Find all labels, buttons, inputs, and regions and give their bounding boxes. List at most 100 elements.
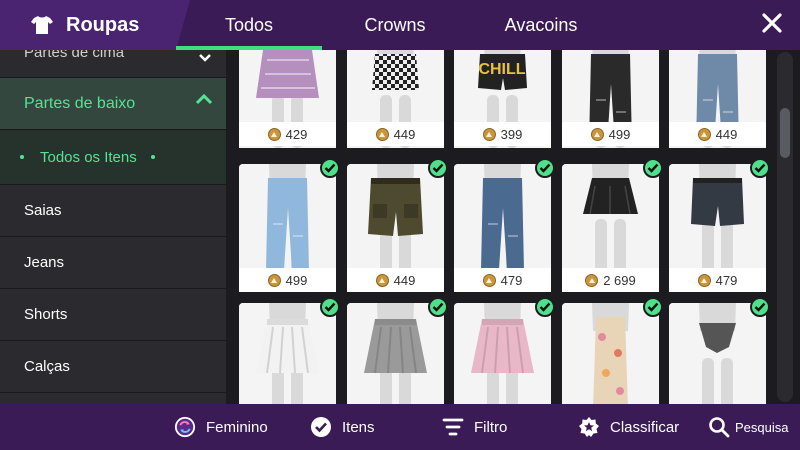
bullet-dot xyxy=(150,155,155,159)
scrollbar-thumb[interactable] xyxy=(780,108,790,158)
product-card[interactable]: 449 xyxy=(347,158,448,292)
sidebar-item-label: Todos os Itens xyxy=(40,148,137,166)
tab-bar: Todos Crowns Avacoins xyxy=(176,0,614,50)
sidebar-item-partes-de-baixo[interactable]: Partes de baixo xyxy=(0,78,226,130)
price-value: 399 xyxy=(500,126,523,142)
tab-avacoins[interactable]: Avacoins xyxy=(468,0,614,50)
close-button[interactable] xyxy=(758,11,786,39)
owned-items-label: Itens xyxy=(342,418,375,436)
product-card[interactable] xyxy=(239,297,340,404)
check-icon xyxy=(320,158,340,178)
coin-icon xyxy=(375,127,389,141)
sidebar-item-label: Partes de baixo xyxy=(24,94,136,112)
check-circle-icon xyxy=(310,416,332,438)
check-icon xyxy=(750,297,770,317)
search-icon xyxy=(708,416,730,438)
check-icon xyxy=(535,158,555,178)
coin-icon xyxy=(585,273,599,287)
product-image xyxy=(562,164,659,272)
sidebar-item-calcas[interactable]: Calças xyxy=(0,341,226,393)
check-icon xyxy=(320,297,340,317)
gender-swap-icon xyxy=(174,416,196,438)
product-card[interactable] xyxy=(669,297,770,404)
product-image xyxy=(669,164,766,272)
tab-crowns[interactable]: Crowns xyxy=(322,0,468,50)
product-card[interactable]: 499 xyxy=(239,158,340,292)
search-label: Pesquisa xyxy=(735,419,789,435)
close-icon xyxy=(762,12,782,38)
gender-toggle-button[interactable]: Feminino xyxy=(174,404,268,450)
product-image xyxy=(454,303,551,404)
product-image xyxy=(239,164,336,272)
shirt-icon xyxy=(30,13,54,37)
price-value: 499 xyxy=(285,272,308,288)
check-icon xyxy=(643,158,663,178)
product-price: 499 xyxy=(562,122,659,146)
search-button[interactable]: Pesquisa xyxy=(708,404,788,450)
product-image xyxy=(347,164,444,272)
brand-header: Roupas xyxy=(0,0,190,50)
product-image xyxy=(562,303,659,404)
category-sidebar: Partes de cima Partes de baixo Todos os … xyxy=(0,50,226,404)
tab-todos[interactable]: Todos xyxy=(176,0,322,50)
chevron-up-icon xyxy=(194,92,214,111)
sidebar-item-shorts[interactable]: Shorts xyxy=(0,289,226,341)
product-card[interactable]: 449 xyxy=(347,50,444,148)
filter-button[interactable]: Filtro xyxy=(442,404,507,450)
check-icon xyxy=(750,158,770,178)
product-price: 499 xyxy=(239,268,336,292)
check-icon xyxy=(643,297,663,317)
check-icon xyxy=(535,297,555,317)
sidebar-item-jeans[interactable]: Jeans xyxy=(0,237,226,289)
product-image xyxy=(454,164,551,272)
gender-toggle-label: Feminino xyxy=(206,418,268,436)
product-image xyxy=(669,303,766,404)
filter-icon xyxy=(442,416,464,438)
product-card[interactable]: 429 xyxy=(239,50,336,148)
sort-button[interactable]: Classificar xyxy=(578,404,679,450)
filter-label: Filtro xyxy=(474,418,508,436)
coin-icon xyxy=(482,273,496,287)
product-grid: 429 449 CHILL 399 499 449 499 449 479 2 699 479 xyxy=(226,50,771,404)
check-icon xyxy=(428,297,448,317)
product-card[interactable]: 479 xyxy=(669,158,770,292)
coin-icon xyxy=(590,127,604,141)
price-value: 449 xyxy=(393,272,416,288)
product-price: 399 xyxy=(454,122,551,146)
product-price: 449 xyxy=(669,122,766,146)
product-card[interactable]: 2 699 xyxy=(562,158,663,292)
product-card[interactable]: CHILL 399 xyxy=(454,50,551,148)
sidebar-item-label: Partes de cima xyxy=(24,50,125,61)
price-value: 479 xyxy=(715,272,738,288)
svg-text:CHILL: CHILL xyxy=(478,61,525,78)
sidebar-item-saias[interactable]: Saias xyxy=(0,185,226,237)
product-price: 449 xyxy=(347,268,444,292)
product-price: 479 xyxy=(454,268,551,292)
product-card[interactable]: 479 xyxy=(454,158,555,292)
product-card[interactable] xyxy=(562,297,663,404)
product-price: 429 xyxy=(239,122,336,146)
coin-icon xyxy=(375,273,389,287)
product-card[interactable]: 449 xyxy=(669,50,766,148)
owned-items-button[interactable]: Itens xyxy=(310,404,375,450)
bottom-toolbar: Feminino Itens Filtro Classificar Pesqui… xyxy=(0,404,800,450)
price-value: 479 xyxy=(500,272,523,288)
price-value: 499 xyxy=(608,126,631,142)
app-window: Roupas Todos Crowns Avacoins Partes de c… xyxy=(0,0,800,450)
product-price: 479 xyxy=(669,268,766,292)
product-card[interactable] xyxy=(454,297,555,404)
product-price: 449 xyxy=(347,122,444,146)
sidebar-item-todos-os-itens[interactable]: Todos os Itens xyxy=(0,130,226,185)
scrollbar[interactable] xyxy=(777,52,793,402)
coin-icon xyxy=(267,273,281,287)
product-card[interactable]: 499 xyxy=(562,50,659,148)
product-image xyxy=(239,303,336,404)
sidebar-item-partes-de-cima[interactable]: Partes de cima xyxy=(0,50,226,78)
check-icon xyxy=(428,158,448,178)
product-image xyxy=(347,303,444,404)
product-card[interactable] xyxy=(347,297,448,404)
coin-icon xyxy=(697,273,711,287)
coin-icon xyxy=(482,127,496,141)
coin-icon xyxy=(267,127,281,141)
page-title: Roupas xyxy=(66,13,140,36)
